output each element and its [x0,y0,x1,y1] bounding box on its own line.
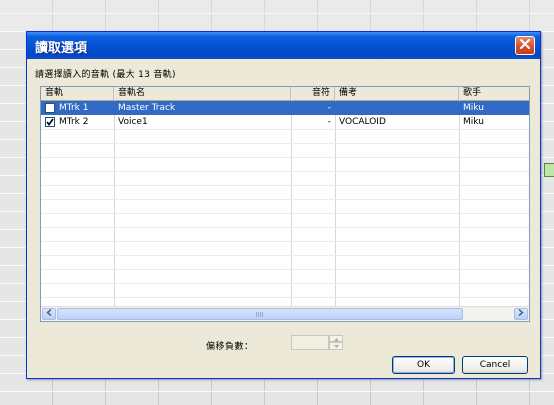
track-list[interactable]: 音軌 音軌名 音符 備考 歌手 MTrk 1 Master Track - Mi… [40,86,530,322]
horizontal-scrollbar[interactable] [41,306,529,321]
column-divider [459,100,460,307]
row-divider [41,269,529,270]
column-header-track[interactable]: 音軌 [41,87,114,100]
table-row[interactable]: MTrk 2 Voice1 - VOCALOID Miku [41,115,529,129]
column-header-notes[interactable]: 音符 [291,87,335,100]
instruction-text: 請選擇讀入的音軌 (最大 13 音軌) [35,70,176,80]
arrow-left-icon [46,308,52,319]
row-divider [41,255,529,256]
track-remarks: VOCALOID [339,117,386,127]
row-divider [41,213,529,214]
row-divider [41,241,529,242]
spin-down-button[interactable] [329,342,343,350]
background-note-marker [544,163,554,177]
cancel-button[interactable]: Cancel [462,356,528,374]
row-divider [41,171,529,172]
scroll-thumb[interactable] [57,308,463,320]
row-divider [41,227,529,228]
row-divider [41,297,529,298]
row-divider [41,157,529,158]
dialog-title: 讀取選項 [35,41,88,56]
track-name: Voice1 [118,117,148,127]
list-header: 音軌 音軌名 音符 備考 歌手 [41,87,529,101]
track-remarks [335,101,459,115]
column-header-track-name[interactable]: 音軌名 [114,87,291,100]
track-notes: - [327,117,331,127]
column-divider [114,100,115,307]
track-id: MTrk 1 [59,103,89,113]
row-divider [41,143,529,144]
row-divider [41,129,529,130]
close-button[interactable] [515,36,535,55]
track-notes: - [327,103,331,113]
track-id: MTrk 2 [59,117,89,127]
arrow-right-icon [518,308,524,319]
track-singer: Miku [463,117,484,127]
offset-label: 偏移負數： [206,342,254,352]
track-name: Master Track [118,103,176,113]
track-singer: Miku [463,103,484,113]
background-panel-top [0,0,554,31]
scroll-right-button[interactable] [514,308,528,320]
column-divider [291,100,292,307]
title-bar[interactable]: 讀取選項 [27,32,540,59]
read-options-dialog: 讀取選項 請選擇讀入的音軌 (最大 13 音軌) 音軌 音軌名 音符 備考 歌手 [26,31,541,379]
track-checkbox[interactable] [45,103,55,113]
table-row[interactable]: MTrk 1 Master Track - Miku [41,101,529,115]
close-icon [520,39,530,52]
offset-input[interactable] [291,335,329,350]
spin-down-icon [333,341,339,351]
row-divider [41,185,529,186]
track-checkbox[interactable] [45,117,55,127]
column-header-remarks[interactable]: 備考 [335,87,459,100]
scroll-grip [256,312,264,317]
row-divider [41,283,529,284]
scroll-left-button[interactable] [42,308,56,320]
column-header-singer[interactable]: 歌手 [459,87,529,100]
ok-button[interactable]: OK [392,356,455,374]
dialog-body: 請選擇讀入的音軌 (最大 13 音軌) 音軌 音軌名 音符 備考 歌手 MTrk… [31,59,536,374]
row-divider [41,199,529,200]
column-divider [335,100,336,307]
